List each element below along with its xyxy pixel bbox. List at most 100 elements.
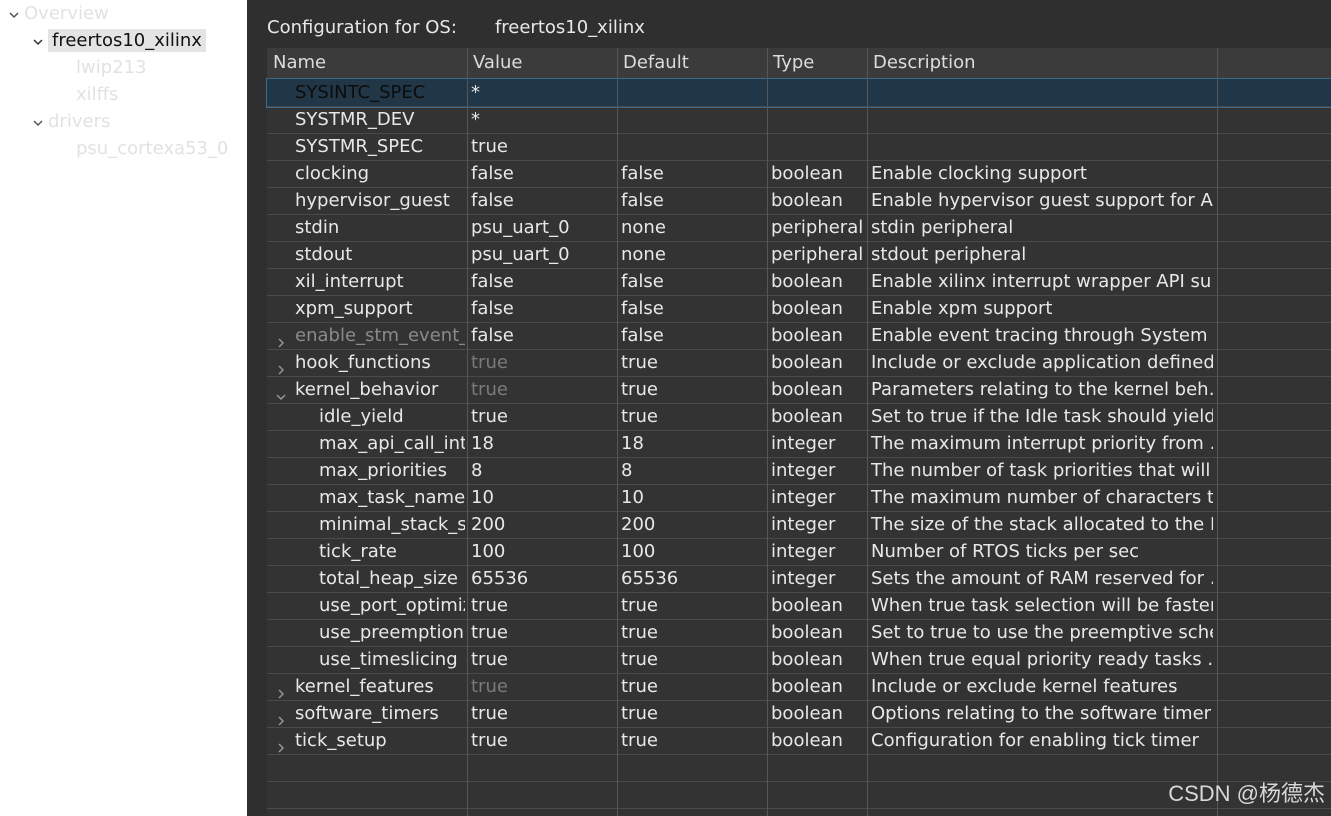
cell-name[interactable]: stdout	[267, 241, 465, 268]
cell-value[interactable]: true	[471, 673, 615, 700]
cell-value[interactable]: false	[471, 160, 615, 187]
cell-value[interactable]: 8	[471, 457, 615, 484]
cell-value[interactable]: true	[471, 727, 615, 754]
cell-name[interactable]: max_task_name_l	[267, 484, 465, 511]
chevron-down-icon[interactable]	[4, 2, 24, 29]
cell-value[interactable]: psu_uart_0	[471, 214, 615, 241]
chevron-down-icon[interactable]	[28, 110, 48, 137]
cell-name[interactable]: use_timeslicing	[267, 646, 465, 673]
table-row[interactable]: idle_yield true true boolean Set to true if …	[267, 403, 1331, 431]
chevron-right-icon[interactable]	[275, 357, 287, 375]
table-row[interactable]: stdin psu_uart_0 none peripheral stdin perip…	[267, 214, 1331, 242]
cell-name[interactable]: SYSTMR_DEV	[267, 106, 465, 133]
cell-name[interactable]: use_port_optimiz	[267, 592, 465, 619]
cell-value[interactable]: true	[471, 619, 615, 646]
table-row[interactable]: max_priorities 8 8 integer The number of tas…	[267, 457, 1331, 485]
column-divider[interactable]	[617, 48, 618, 816]
column-divider[interactable]	[767, 48, 768, 816]
cell-name[interactable]: SYSINTC_SPEC	[267, 79, 465, 106]
table-row[interactable]: stdout psu_uart_0 none peripheral stdout per…	[267, 241, 1331, 269]
cell-name[interactable]: hook_functions	[267, 349, 465, 376]
cell-value[interactable]: true	[471, 700, 615, 727]
tree-item-drivers[interactable]: drivers	[28, 108, 110, 135]
tree-item-overview[interactable]: Overview	[4, 0, 109, 27]
table-row[interactable]: total_heap_size 65536 65536 integer Sets the…	[267, 565, 1331, 593]
table-row[interactable]: xil_interrupt false false boolean Enable xil…	[267, 268, 1331, 296]
chevron-right-icon[interactable]	[275, 681, 287, 699]
cell-value[interactable]: 100	[471, 538, 615, 565]
chevron-down-icon[interactable]	[28, 29, 48, 56]
tree-item-psu-cortexa53[interactable]: psu_cortexa53_0	[76, 135, 228, 162]
tree-item-lwip[interactable]: lwip213	[76, 54, 147, 81]
cell-name[interactable]: clocking	[267, 160, 465, 187]
column-header-type[interactable]: Type	[773, 48, 814, 78]
cell-value[interactable]: true	[471, 646, 615, 673]
chevron-right-icon[interactable]	[275, 330, 287, 348]
cell-value[interactable]: *	[471, 79, 615, 106]
cell-name[interactable]: max_priorities	[267, 457, 465, 484]
cell-value[interactable]: 10	[471, 484, 615, 511]
chevron-right-icon[interactable]	[275, 735, 287, 753]
cell-value[interactable]: false	[471, 322, 615, 349]
cell-value[interactable]: false	[471, 268, 615, 295]
table-row[interactable]: software_timers true true boolean Options re…	[267, 700, 1331, 728]
cell-value[interactable]: true	[471, 376, 615, 403]
column-header-name[interactable]: Name	[273, 48, 326, 78]
table-row[interactable]: SYSTMR_DEV *	[267, 106, 1331, 134]
cell-name[interactable]: tick_rate	[267, 538, 465, 565]
cell-value[interactable]: true	[471, 133, 615, 160]
column-divider[interactable]	[467, 48, 468, 816]
cell-value[interactable]: psu_uart_0	[471, 241, 615, 268]
table-row[interactable]: kernel_features true true boolean Include or…	[267, 673, 1331, 701]
cell-value[interactable]: false	[471, 187, 615, 214]
cell-name[interactable]: xpm_support	[267, 295, 465, 322]
cell-value[interactable]: true	[471, 592, 615, 619]
cell-name[interactable]: max_api_call_inte	[267, 430, 465, 457]
cell-value[interactable]: 200	[471, 511, 615, 538]
chevron-down-icon[interactable]	[275, 384, 287, 400]
table-row[interactable]: enable_stm_event_t false false boolean Enabl…	[267, 322, 1331, 350]
cell-name[interactable]: SYSTMR_SPEC	[267, 133, 465, 160]
cell-name[interactable]: kernel_behavior	[267, 376, 465, 403]
cell-name[interactable]: use_preemption	[267, 619, 465, 646]
table-row[interactable]: use_port_optimiz true true boolean When true…	[267, 592, 1331, 620]
cell-value[interactable]: true	[471, 403, 615, 430]
table-row[interactable]: SYSINTC_SPEC *	[266, 78, 1331, 108]
table-row[interactable]: clocking false false boolean Enable clocking…	[267, 160, 1331, 188]
column-header-description[interactable]: Description	[873, 48, 976, 78]
cell-name[interactable]: enable_stm_event_t	[267, 322, 465, 349]
table-row[interactable]: use_timeslicing true true boolean When true …	[267, 646, 1331, 674]
cell-value[interactable]: true	[471, 349, 615, 376]
table-row[interactable]: use_preemption true true boolean Set to true…	[267, 619, 1331, 647]
cell-name[interactable]: kernel_features	[267, 673, 465, 700]
table-row[interactable]: tick_rate 100 100 integer Number of RTOS tic…	[267, 538, 1331, 566]
cell-name[interactable]: software_timers	[267, 700, 465, 727]
cell-name[interactable]: xil_interrupt	[267, 268, 465, 295]
chevron-right-icon[interactable]	[275, 708, 287, 726]
column-header-default[interactable]: Default	[623, 48, 689, 78]
table-row[interactable]: tick_setup true true boolean Configuration f…	[267, 727, 1331, 755]
column-header-value[interactable]: Value	[473, 48, 522, 78]
table-row[interactable]: xpm_support false false boolean Enable xpm s…	[267, 295, 1331, 323]
cell-name[interactable]: total_heap_size	[267, 565, 465, 592]
cell-name[interactable]: idle_yield	[267, 403, 465, 430]
cell-name[interactable]: hypervisor_guest	[267, 187, 465, 214]
cell-name[interactable]: minimal_stack_siz	[267, 511, 465, 538]
table-row[interactable]: SYSTMR_SPEC true	[267, 133, 1331, 161]
tree-item-freertos[interactable]: freertos10_xilinx	[28, 27, 206, 54]
cell-name[interactable]: stdin	[267, 214, 465, 241]
tree-item-xilffs[interactable]: xilffs	[76, 81, 118, 108]
table-row[interactable]: minimal_stack_siz 200 200 integer The size o…	[267, 511, 1331, 539]
table-row[interactable]: kernel_behavior true true boolean Parameters…	[267, 376, 1331, 404]
table-row[interactable]: max_task_name_l 10 10 integer The maximum nu…	[267, 484, 1331, 512]
cell-value[interactable]: 65536	[471, 565, 615, 592]
table-row[interactable]: hypervisor_guest false false boolean Enable …	[267, 187, 1331, 215]
cell-name[interactable]: tick_setup	[267, 727, 465, 754]
cell-value[interactable]: 18	[471, 430, 615, 457]
table-row[interactable]: hook_functions true true boolean Include or …	[267, 349, 1331, 377]
cell-value[interactable]: *	[471, 106, 615, 133]
table-row[interactable]: max_api_call_inte 18 18 integer The maximum …	[267, 430, 1331, 458]
column-divider[interactable]	[1217, 48, 1218, 816]
column-divider[interactable]	[867, 48, 868, 816]
cell-value[interactable]: false	[471, 295, 615, 322]
